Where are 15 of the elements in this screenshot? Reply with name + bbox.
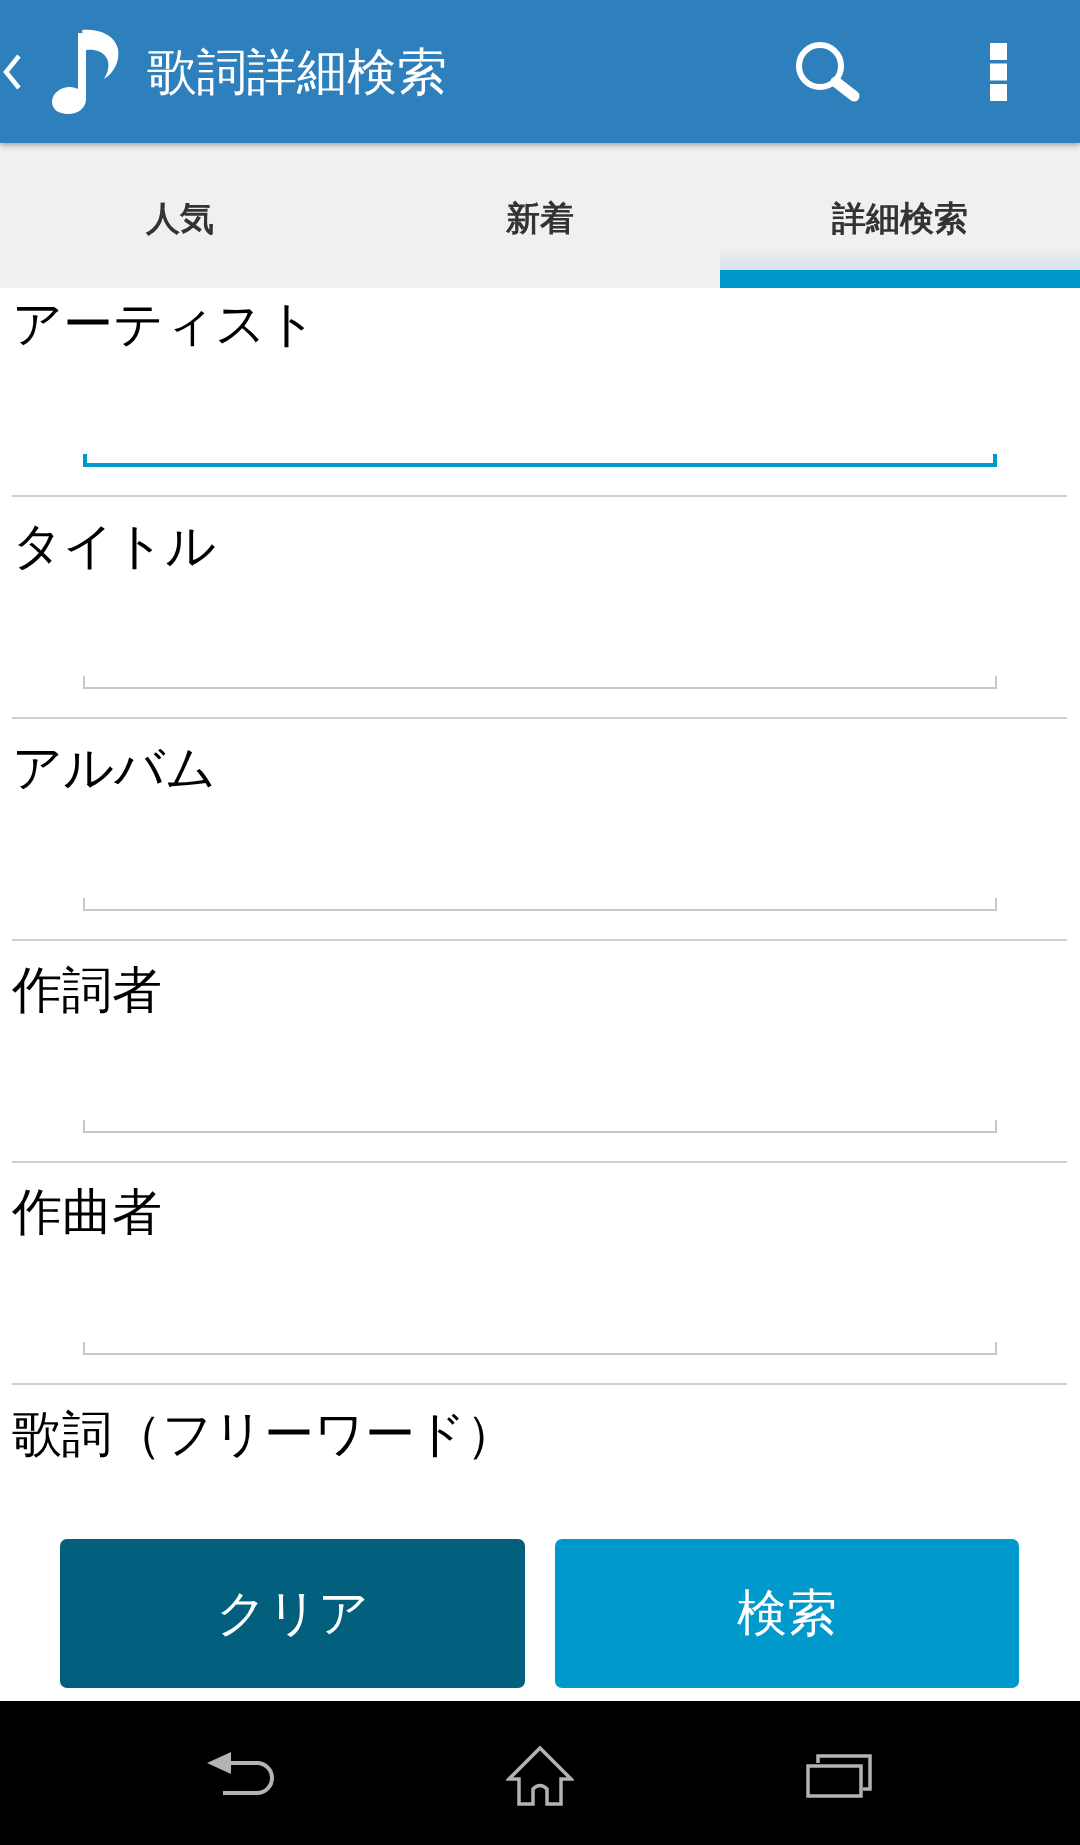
field-label: アーティスト	[12, 294, 318, 354]
field-label: アルバム	[12, 738, 217, 798]
clear-button[interactable]: クリア	[60, 1539, 525, 1688]
field-label: 作詞者	[12, 960, 163, 1020]
back-icon[interactable]	[207, 1752, 274, 1798]
app-title: 歌詞詳細検索	[147, 41, 447, 102]
home-icon[interactable]	[506, 1744, 574, 1806]
chevron-left-icon[interactable]	[2, 52, 22, 91]
music-note-icon	[52, 29, 120, 114]
field-label: タイトル	[12, 516, 217, 576]
recent-apps-icon[interactable]	[806, 1752, 873, 1798]
field-label: 歌詞（フリーワード）	[12, 1404, 517, 1464]
search-icon[interactable]	[795, 40, 861, 103]
menu-icon[interactable]	[990, 42, 1007, 101]
field-label: 作曲者	[12, 1182, 163, 1242]
